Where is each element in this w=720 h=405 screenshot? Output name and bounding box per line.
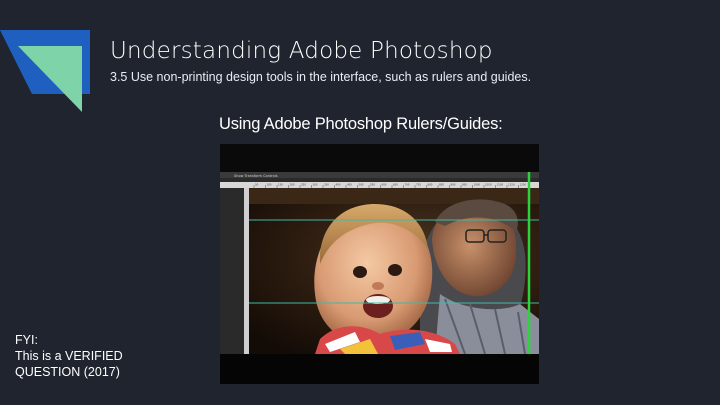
ruler-tick-label: 1050 bbox=[485, 183, 492, 187]
ruler-tick-label: 1000 bbox=[474, 183, 481, 187]
slide: Understanding Adobe Photoshop 3.5 Use no… bbox=[0, 0, 720, 405]
image-caption: Using Adobe Photoshop Rulers/Guides: bbox=[219, 115, 503, 133]
ruler-tick-label: 250 bbox=[301, 183, 306, 187]
ruler-tick-label: 100 bbox=[267, 183, 272, 187]
slide-title: Understanding Adobe Photoshop bbox=[110, 38, 493, 64]
ruler-tick-label: 150 bbox=[278, 183, 283, 187]
ruler-tick-label: 1200 bbox=[520, 183, 527, 187]
ruler-tick-label: 50 bbox=[255, 183, 259, 187]
ruler-tick-label: 200 bbox=[290, 183, 295, 187]
ruler-tick-label: 950 bbox=[462, 183, 467, 187]
fyi-note: FYI: This is a VERIFIED QUESTION (2017) bbox=[15, 332, 123, 380]
ruler-tick-label: 1100 bbox=[497, 183, 504, 187]
ruler-tick-label: 600 bbox=[382, 183, 387, 187]
slide-subtitle: 3.5 Use non-printing design tools in the… bbox=[110, 70, 532, 84]
options-bar-text: Show Transform Controls bbox=[234, 174, 278, 178]
ruler-tick-label: 450 bbox=[347, 183, 352, 187]
photoshop-screenshot: Show Transform Controls 50 100 150 200 250 30… bbox=[220, 144, 539, 384]
ruler-tick-label: 550 bbox=[370, 183, 375, 187]
ruler-tick-label: 750 bbox=[416, 183, 421, 187]
photoshop-screenshot-image: Show Transform Controls 50 100 150 200 250 30… bbox=[220, 144, 539, 384]
ruler-tick-label: 300 bbox=[313, 183, 318, 187]
ruler-tick-label: 400 bbox=[336, 183, 341, 187]
ruler-tick-label: 800 bbox=[428, 183, 433, 187]
corner-decoration bbox=[0, 30, 90, 112]
ruler-tick-label: 850 bbox=[439, 183, 444, 187]
fyi-line-1: FYI: bbox=[15, 333, 38, 347]
ruler-tick-label: 1150 bbox=[508, 183, 515, 187]
ruler-tick-label: 700 bbox=[405, 183, 410, 187]
ruler-tick-label: 350 bbox=[324, 183, 329, 187]
ruler-tick-label: 650 bbox=[393, 183, 398, 187]
ruler-tick-label: 900 bbox=[451, 183, 456, 187]
ruler-tick-label: 500 bbox=[359, 183, 364, 187]
fyi-line-3: QUESTION (2017) bbox=[15, 365, 120, 379]
fyi-line-2: This is a VERIFIED bbox=[15, 349, 123, 363]
